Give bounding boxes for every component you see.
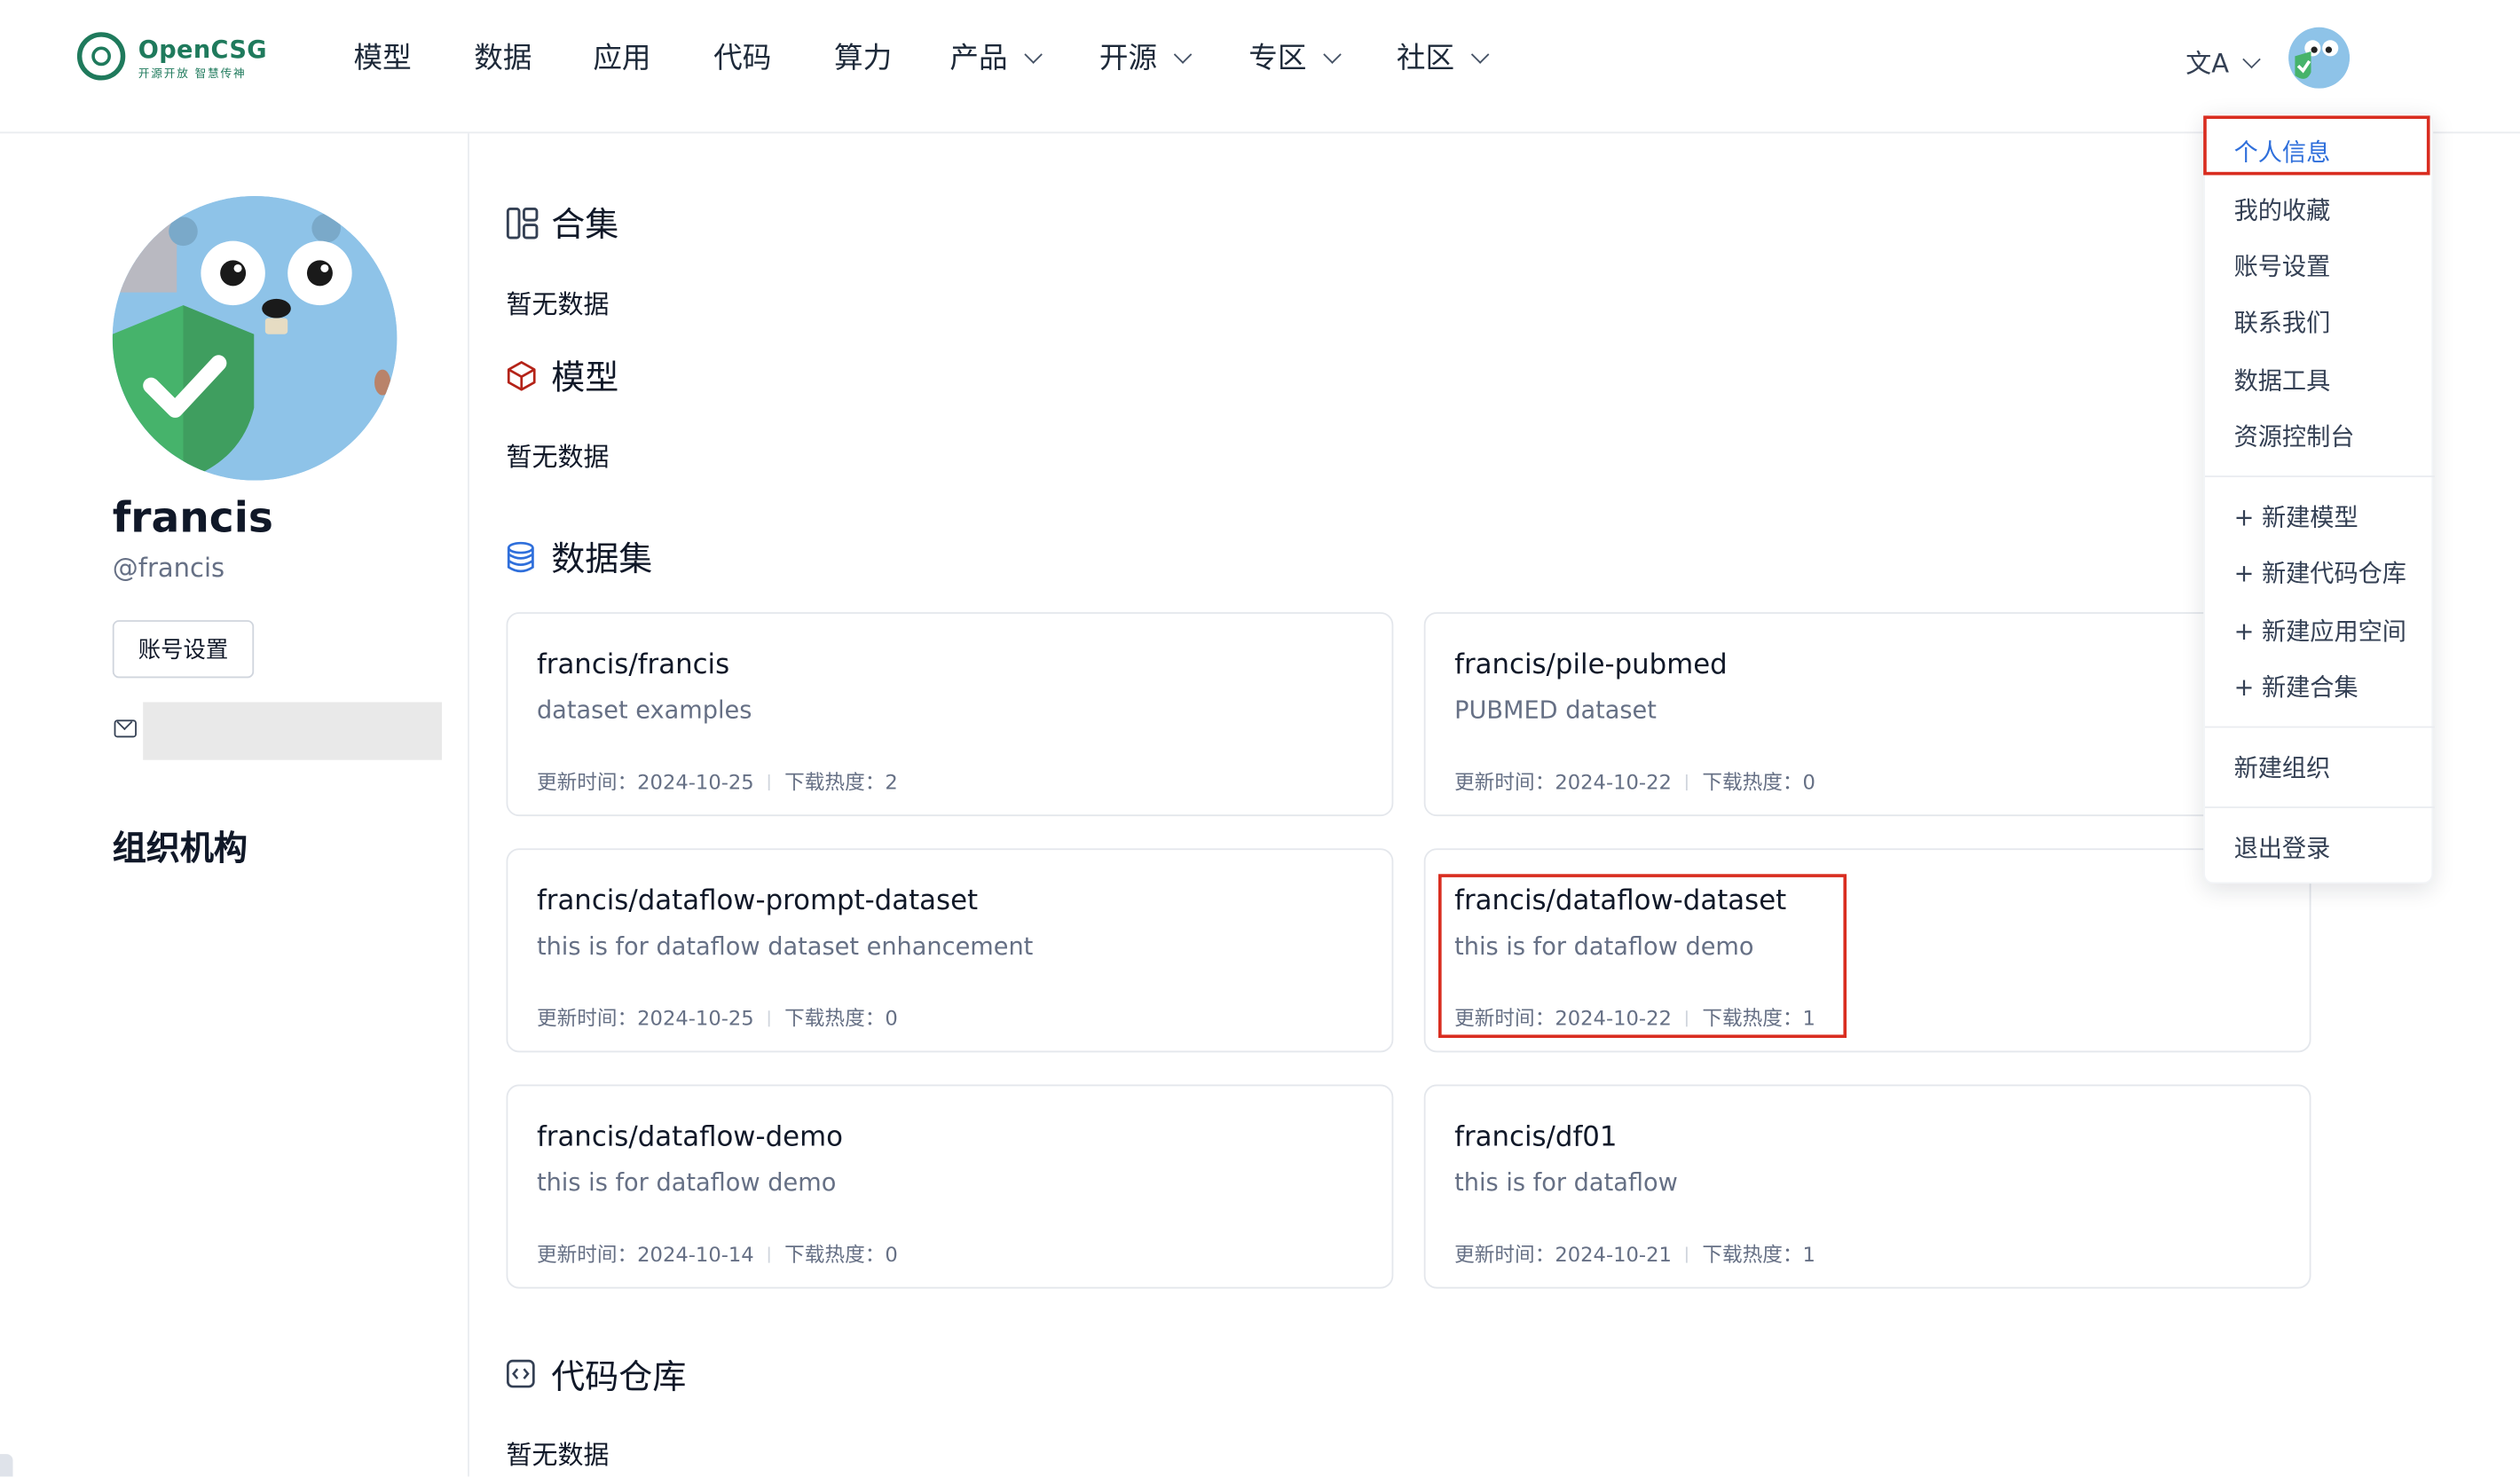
collections-title: 合集 (551, 205, 619, 245)
dataset-meta: 更新时间：2024-10-22 下载热度：0 (1454, 769, 1815, 794)
chevron-down-icon (2242, 50, 2261, 69)
nav-community[interactable]: 社区 (1397, 38, 1490, 80)
menu-item-account-settings[interactable]: 账号设置 (2234, 249, 2331, 283)
menu-divider (2204, 475, 2435, 477)
logo-mark-icon (76, 32, 126, 81)
code-repos-title: 代码仓库 (551, 1357, 687, 1396)
menu-divider (2204, 806, 2435, 809)
menu-item-new-code-repo[interactable]: + 新建代码仓库 (2234, 556, 2406, 590)
nav-code[interactable]: 代码 (713, 38, 771, 80)
dataset-card[interactable]: francis/df01 this is for dataflow 更新时间：2… (1423, 1084, 2311, 1289)
profile-name: francis (112, 494, 273, 544)
dataset-title[interactable]: francis/pile-pubmed (1454, 649, 1728, 681)
menu-divider (2204, 726, 2435, 728)
dataset-title[interactable]: francis/df01 (1454, 1121, 1617, 1153)
profile-handle: @francis (112, 553, 225, 584)
menu-item-resource-console[interactable]: 资源控制台 (2234, 420, 2355, 453)
opencsg-logo[interactable]: OpenCSG 开源开放 智慧传神 (74, 29, 267, 90)
menu-item-logout[interactable]: 退出登录 (2234, 830, 2331, 864)
nav-models[interactable]: 模型 (353, 38, 411, 80)
organizations-title: 组织机构 (112, 829, 248, 868)
chevron-down-icon (1323, 45, 1342, 64)
dataset-description: this is for dataflow dataset enhancement (536, 931, 1034, 962)
dataset-card[interactable]: francis/francis dataset examples 更新时间：20… (506, 612, 1394, 817)
window-edge (0, 1454, 13, 1477)
code-icon (506, 1359, 535, 1388)
logo-name: OpenCSG (138, 35, 267, 65)
dataset-meta: 更新时间：2024-10-21 下载热度：1 (1454, 1242, 1815, 1267)
menu-item-favorites[interactable]: 我的收藏 (2234, 192, 2331, 226)
menu-item-new-model[interactable]: + 新建模型 (2234, 499, 2359, 533)
translate-icon: 文A (2185, 48, 2230, 79)
dataset-meta: 更新时间：2024-10-25 下载热度：0 (536, 1005, 898, 1030)
collection-icon (506, 208, 539, 240)
nav-products[interactable]: 产品 (949, 38, 1043, 80)
dataset-card[interactable]: francis/dataflow-prompt-dataset this is … (506, 848, 1394, 1053)
menu-item-new-app-space[interactable]: + 新建应用空间 (2234, 614, 2406, 648)
dataset-title[interactable]: francis/dataflow-demo (537, 1121, 843, 1153)
dataset-description: this is for dataflow (1454, 1167, 1678, 1198)
menu-item-data-tools[interactable]: 数据工具 (2234, 363, 2331, 397)
user-avatar-button[interactable] (2288, 27, 2350, 89)
gopher-avatar-icon (112, 195, 398, 481)
dataset-card[interactable]: francis/pile-pubmed PUBMED dataset 更新时间：… (1423, 612, 2311, 817)
code-repos-empty: 暂无数据 (506, 1439, 610, 1471)
datasets-title: 数据集 (551, 539, 653, 579)
menu-item-new-collection[interactable]: + 新建合集 (2234, 670, 2359, 703)
models-title: 模型 (551, 357, 619, 397)
mail-icon (114, 719, 137, 738)
nav-opensource[interactable]: 开源 (1099, 38, 1193, 80)
highlight-box (1438, 874, 1847, 1039)
menu-item-new-organization[interactable]: 新建组织 (2234, 750, 2331, 784)
dataset-meta: 更新时间：2024-10-25 下载热度：2 (536, 769, 898, 794)
collections-empty: 暂无数据 (506, 289, 610, 320)
chevron-down-icon (1024, 45, 1043, 64)
nav-data[interactable]: 数据 (474, 38, 532, 80)
dataset-title[interactable]: francis/francis (537, 649, 729, 681)
dataset-meta: 更新时间：2024-10-14 下载热度：0 (536, 1242, 898, 1267)
logo-tagline: 开源开放 智慧传神 (138, 67, 247, 81)
nav-zones[interactable]: 专区 (1248, 38, 1342, 80)
nav-compute[interactable]: 算力 (834, 38, 892, 80)
nav-apps[interactable]: 应用 (593, 38, 650, 80)
email-redacted (143, 702, 443, 760)
dataset-title[interactable]: francis/dataflow-prompt-dataset (537, 885, 978, 917)
account-settings-button[interactable]: 账号设置 (112, 620, 255, 679)
gopher-avatar-icon (2288, 27, 2350, 89)
cube-icon (507, 361, 536, 391)
chevron-down-icon (1470, 45, 1490, 64)
user-dropdown-menu: 个人信息 我的收藏 账号设置 联系我们 数据工具 资源控制台 + 新建模型 + … (2203, 112, 2435, 884)
dataset-description: this is for dataflow demo (536, 1167, 837, 1198)
top-header: OpenCSG 开源开放 智慧传神 模型 数据 应用 代码 算力 产品 开源 专… (0, 0, 2520, 134)
chevron-down-icon (1173, 45, 1193, 64)
menu-item-contact-us[interactable]: 联系我们 (2234, 305, 2331, 339)
dataset-description: dataset examples (536, 695, 752, 725)
language-switcher[interactable]: 文A (2185, 42, 2261, 80)
dataset-description: PUBMED dataset (1454, 695, 1657, 725)
profile-avatar (112, 195, 398, 481)
dataset-card[interactable]: francis/dataflow-demo this is for datafl… (506, 1084, 1394, 1289)
models-empty: 暂无数据 (506, 442, 610, 473)
database-icon (507, 541, 534, 573)
highlight-box (2203, 115, 2430, 176)
